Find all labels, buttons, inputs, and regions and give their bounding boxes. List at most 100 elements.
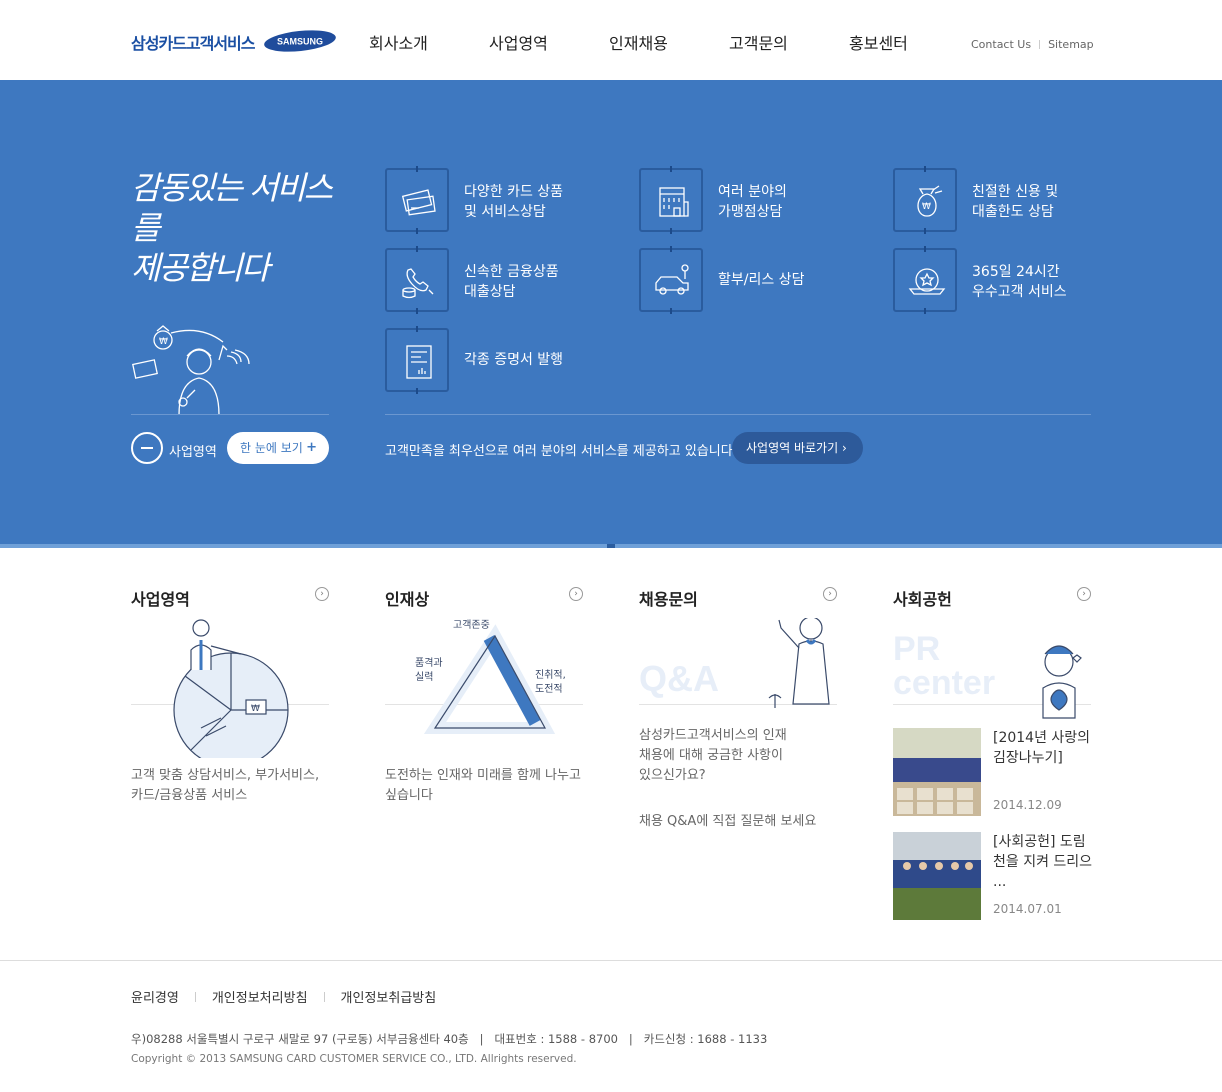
service-subtitle: 대출상담 [464, 284, 516, 300]
privacy-handling-link[interactable]: 개인정보취급방침 [341, 987, 437, 1006]
service-icon-box [639, 166, 703, 234]
site-header: 삼성카드고객서비스 SAMSUNG 회사소개 사업영역 인재채용 고객문의 홍보… [0, 0, 1222, 80]
footer-links: 윤리경영 개인정보처리방침 개인정보취급방침 [131, 987, 436, 1006]
talent-label-3a: 진취적, [535, 669, 566, 681]
collapse-minus-button[interactable] [131, 432, 163, 464]
news-date: 2014.12.09 [993, 798, 1062, 812]
desc-line: 채용에 대해 궁금한 사항이 [639, 748, 783, 763]
car-icon [655, 264, 689, 295]
view-at-glance-label: 한 눈에 보기 [240, 441, 303, 455]
svg-text:SAMSUNG: SAMSUNG [277, 37, 323, 47]
service-icon-box [385, 246, 449, 314]
service-card-merchant[interactable]: 여러 분야의 가맹점상담 [639, 166, 879, 234]
section-link-text[interactable]: 채용 Q&A에 직접 질문해 보세요 [639, 812, 816, 832]
contact-us-link[interactable]: Contact Us [971, 38, 1031, 51]
money-bag-icon: ₩ [917, 185, 943, 217]
service-title: 365일 24시간 [972, 264, 1060, 280]
business-area-shortcut-button[interactable]: 사업영역 바로가기 › [732, 432, 863, 464]
ethics-link[interactable]: 윤리경영 [131, 987, 179, 1006]
view-at-glance-button[interactable]: 한 눈에 보기 + [227, 432, 329, 464]
talent-label-2a: 품격과 [415, 656, 443, 669]
section-title[interactable]: 사업영역 [131, 586, 329, 610]
hero-divider-right [385, 414, 1091, 415]
nav-business[interactable]: 사업영역 [489, 30, 609, 54]
service-text: 할부/리스 상담 [718, 270, 878, 290]
service-subtitle: 가맹점상담 [718, 204, 783, 220]
section-title[interactable]: 채용문의 [639, 586, 837, 610]
service-title: 다양한 카드 상품 [464, 184, 564, 200]
building-icon [659, 187, 689, 217]
service-icon-box [385, 166, 449, 234]
service-title: 할부/리스 상담 [718, 272, 805, 288]
more-arrow-icon[interactable]: › [569, 587, 583, 601]
service-icon-box [385, 326, 449, 394]
news-item[interactable]: [2014년 사랑의 김장나누기] 2014.12.09 [893, 728, 1093, 816]
more-arrow-icon[interactable]: › [823, 587, 837, 601]
sitemap-link[interactable]: Sitemap [1048, 38, 1094, 51]
section-recruit-inquiry: 채용문의 › Q&A 삼성카드고객서비스의 인재 채용에 대해 궁금한 사항이 … [639, 586, 837, 829]
service-icon-box [893, 246, 957, 314]
news-item[interactable]: [사회공헌] 도림천을 지켜 드리으 ... 2014.07.01 [893, 832, 1093, 920]
desc-line: 카드/금융상품 서비스 [131, 788, 248, 803]
service-icon-box: ₩ [893, 166, 957, 234]
desc-line: 삼성카드고객서비스의 인재 [639, 728, 787, 743]
privacy-policy-link[interactable]: 개인정보처리방침 [212, 987, 308, 1006]
section-talent: 인재상 › 고객존중 품격과 실력 진취적, 도전적 도전하는 인재와 미래를 … [385, 586, 583, 803]
section-description: 도전하는 인재와 미래를 함께 나누고 싶습니다 [385, 766, 581, 806]
hero-description: 고객만족을 최우선으로 여러 분야의 서비스를 제공하고 있습니다. [385, 444, 737, 459]
hero-slogan: 감동있는 서비스를 제공합니다 [131, 168, 351, 288]
business-area-label: 사업영역 [169, 445, 217, 460]
desc-line: 있으신가요? [639, 768, 706, 783]
main-nav: 회사소개 사업영역 인재채용 고객문의 홍보센터 [369, 30, 969, 54]
service-text: 각종 증명서 발행 [464, 350, 624, 370]
service-card-vip[interactable]: 365일 24시간 우수고객 서비스 [893, 246, 1133, 314]
footer-divider [0, 960, 1222, 961]
service-title: 신속한 금융상품 [464, 264, 559, 280]
section-title[interactable]: 인재상 [385, 586, 583, 610]
card-icon [401, 189, 436, 216]
news-thumbnail-photo [893, 832, 981, 920]
document-icon [406, 345, 432, 379]
nav-company[interactable]: 회사소개 [369, 30, 489, 54]
service-text: 친절한 신용 및 대출한도 상담 [972, 182, 1132, 222]
more-arrow-icon[interactable]: › [315, 587, 329, 601]
service-card-loan[interactable]: 신속한 금융상품 대출상담 [385, 246, 625, 314]
news-date: 2014.07.01 [993, 902, 1062, 916]
service-subtitle: 대출한도 상담 [972, 204, 1054, 220]
service-card-credit[interactable]: ₩ 친절한 신용 및 대출한도 상담 [893, 166, 1133, 234]
section-social: 사회공헌 › PR center [893, 586, 1091, 719]
svg-text:₩: ₩ [159, 337, 168, 347]
service-card-products[interactable]: 다양한 카드 상품 및 서비스상담 [385, 166, 625, 234]
hero-banner [0, 80, 1222, 546]
site-logo[interactable]: 삼성카드고객서비스 [131, 30, 255, 54]
news-title[interactable]: [사회공헌] 도림천을 지켜 드리으 ... [993, 832, 1093, 892]
service-title: 각종 증명서 발행 [464, 352, 564, 368]
divider [194, 991, 196, 1002]
service-icon-box [639, 246, 703, 314]
desc-line: 고객 맞춤 상담서비스, 부가서비스, [131, 768, 320, 783]
divider [323, 991, 325, 1002]
nav-inquiry[interactable]: 고객문의 [729, 30, 849, 54]
slogan-line-2: 제공합니다 [131, 249, 270, 287]
news-thumbnail-photo [893, 728, 981, 816]
samsung-logo[interactable]: SAMSUNG [263, 30, 337, 52]
divider [1039, 40, 1041, 49]
section-business: 사업영역 › ₩ 고객 맞춤 상담서비스, 부가서비스, 카드/금융상품 서비스 [131, 586, 329, 803]
service-title: 친절한 신용 및 [972, 184, 1059, 200]
nav-pr-center[interactable]: 홍보센터 [849, 30, 969, 54]
svg-text:₩: ₩ [251, 704, 260, 714]
section-title[interactable]: 사회공헌 [893, 586, 1091, 610]
service-text: 신속한 금융상품 대출상담 [464, 262, 624, 302]
news-title[interactable]: [2014년 사랑의 김장나누기] [993, 728, 1093, 768]
service-subtitle: 및 서비스상담 [464, 204, 546, 220]
service-card-certificate[interactable]: 각종 증명서 발행 [385, 326, 625, 394]
service-card-lease[interactable]: 할부/리스 상담 [639, 246, 879, 314]
utility-links: Contact Us Sitemap [971, 38, 1094, 51]
more-arrow-icon[interactable]: › [1077, 587, 1091, 601]
hero-character-illustration: ₩ [132, 325, 250, 415]
desc-line: 싶습니다 [385, 788, 433, 803]
hero-progress-bar [0, 544, 1222, 548]
svg-text:₩: ₩ [922, 202, 931, 212]
nav-recruit[interactable]: 인재채용 [609, 30, 729, 54]
phone-coins-icon [402, 268, 434, 299]
